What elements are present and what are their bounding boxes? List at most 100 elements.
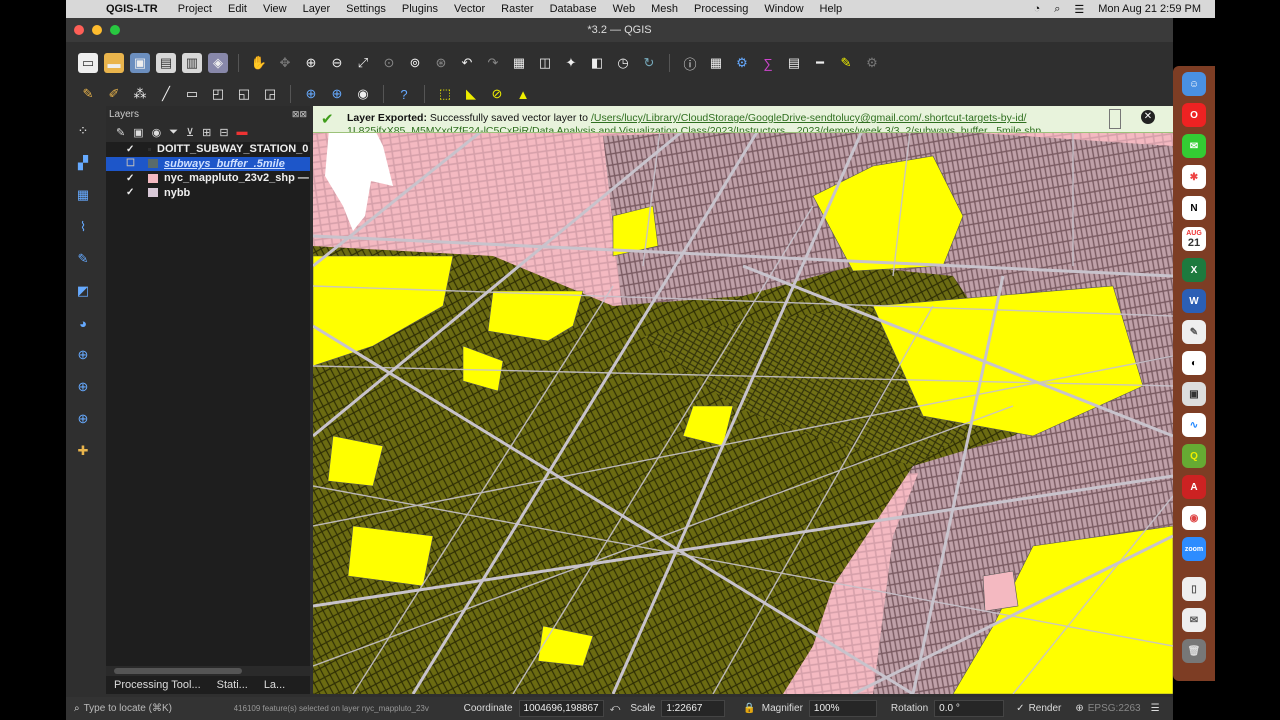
zoom-selection-icon[interactable]: ⊙ [379,53,399,73]
filter-by-expression-icon[interactable]: ⊻ [186,126,194,139]
new-project-icon[interactable]: ▭ [78,53,98,73]
trash-icon[interactable]: 🗑 [1182,639,1206,663]
add-wms-icon[interactable]: ⊕ [301,84,321,104]
message-scroll-grip[interactable] [1109,109,1121,129]
minimize-window-button[interactable] [92,25,102,35]
notion-icon[interactable]: N [1182,196,1206,220]
zoom-layer-icon[interactable]: ⊚ [405,53,425,73]
expand-all-icon[interactable]: ⊞ [202,126,211,139]
messages-icon[interactable]: ✉ [1182,134,1206,158]
add-vector-layer-icon[interactable]: ▞ [72,152,94,174]
select-by-location-icon[interactable]: ▲ [513,84,533,104]
wifi-icon[interactable]: ◔ [1034,3,1041,15]
add-wms-layer-icon[interactable]: ⊕ [72,344,94,366]
layer-checkbox[interactable]: ✓ [126,187,140,198]
scale-field[interactable]: 1:22667 [661,700,726,717]
select-features-icon[interactable]: ⬚ [435,84,455,104]
deselect-icon[interactable]: ⊘ [487,84,507,104]
qgis-icon[interactable]: Q [1182,444,1206,468]
add-spatialite-icon[interactable]: ◩ [72,280,94,302]
save-as-icon[interactable]: ▤ [156,53,176,73]
select-by-expression-icon[interactable]: ◣ [461,84,481,104]
chrome-icon[interactable]: ◉ [1182,506,1206,530]
magnifier-field[interactable]: 100% [808,700,877,717]
menu-help[interactable]: Help [820,3,843,15]
menu-layer[interactable]: Layer [303,3,331,15]
zoom-last-icon[interactable]: ↶ [457,53,477,73]
menu-vector[interactable]: Vector [454,3,485,15]
edit-attributes-icon[interactable]: ◲ [260,84,280,104]
filter-legend-icon[interactable]: ⏷ [169,126,178,139]
message-path-line2[interactable]: 1L825ifxX85_M5MYxdZfF24-lC5CxPiR/Data An… [347,125,1041,132]
layer-item-selected[interactable]: ☐ subways_buffer_.5mile [106,156,310,171]
tab-statistics[interactable]: Stati... [209,679,256,691]
coordinate-field[interactable]: 1004696,198867 [518,700,604,717]
collapse-all-icon[interactable]: ⊟ [219,126,228,139]
attribute-table-icon[interactable]: ▦ [706,53,726,73]
layer-item[interactable]: ✓ DOITT_SUBWAY_STATION_0 [106,142,310,157]
message-path-link[interactable]: /Users/lucy/Library/CloudStorage/GoogleD… [591,112,1027,124]
search-icon[interactable]: ⌕ [1054,3,1060,16]
new-layer-icon[interactable]: ✚ [72,440,94,462]
help-icon[interactable]: ? [394,84,414,104]
screenshot-icon[interactable]: ▣ [1182,382,1206,406]
pan-hand-icon[interactable]: ✋ [249,53,269,73]
add-delimited-text-icon[interactable]: ✎ [72,248,94,270]
document-icon[interactable]: ▯ [1182,577,1206,601]
messages-icon[interactable]: ☰ [1151,703,1160,714]
annotation-icon[interactable]: ✎ [836,53,856,73]
statistics-icon[interactable]: ▤ [784,53,804,73]
menu-database[interactable]: Database [550,3,597,15]
lock-scale-icon[interactable]: 🔒 [743,703,755,714]
rotation-field[interactable]: 0.0 ° [934,700,1005,717]
add-group-icon[interactable]: ▣ [133,126,143,139]
style-manager-icon[interactable]: ◈ [208,53,228,73]
open-layer-styling-icon[interactable]: ✎ [116,126,125,139]
metasearch-icon[interactable]: ◉ [353,84,373,104]
refresh-icon[interactable]: ↻ [639,53,659,73]
zoom-full-icon[interactable]: ⤢ [353,53,373,73]
data-source-manager-icon[interactable]: ⁘ [72,120,94,142]
menu-processing[interactable]: Processing [694,3,748,15]
show-bookmarks-icon[interactable]: ◧ [587,53,607,73]
new-map-view-icon[interactable]: ▦ [509,53,529,73]
field-calculator-icon[interactable]: ∑ [758,53,778,73]
control-center-icon[interactable]: ☰ [1074,3,1084,16]
vertex-tool-icon[interactable]: ╱ [156,84,176,104]
add-wcs-layer-icon[interactable]: ⊕ [72,376,94,398]
add-postgis-icon[interactable]: ◕ [72,312,94,334]
zoom-app-icon[interactable]: zoom [1182,537,1206,561]
toggle-editing-icon[interactable]: ✐ [104,84,124,104]
tab-layers[interactable]: La... [256,679,293,691]
tab-processing-toolbox[interactable]: Processing Tool... [106,679,209,691]
close-window-button[interactable] [74,25,84,35]
word-icon[interactable]: W [1182,289,1206,313]
menu-settings[interactable]: Settings [346,3,386,15]
layer-item[interactable]: ✓ nyc_mappluto_23v2_shp — [106,171,310,186]
new-3d-view-icon[interactable]: ◫ [535,53,555,73]
add-wfs-icon[interactable]: ⊕ [327,84,347,104]
print-layout-icon[interactable]: ▥ [182,53,202,73]
menu-project[interactable]: Project [178,3,212,15]
digitize-icon[interactable]: ⁂ [130,84,150,104]
spatial-bookmark-icon[interactable]: ✦ [561,53,581,73]
current-edits-icon[interactable]: ✎ [78,84,98,104]
menu-edit[interactable]: Edit [228,3,247,15]
zoom-window-button[interactable] [110,25,120,35]
save-project-icon[interactable]: ▣ [130,53,150,73]
measure-icon[interactable]: ━ [810,53,830,73]
zoom-native-icon[interactable]: ⊛ [431,53,451,73]
mail-stack-icon[interactable]: ✉ [1182,608,1206,632]
delete-selected-icon[interactable]: ◱ [234,84,254,104]
excel-icon[interactable]: X [1182,258,1206,282]
zoom-next-icon[interactable]: ↷ [483,53,503,73]
layer-checkbox[interactable]: ☐ [126,158,140,169]
layer-item[interactable]: ✓ nybb [106,186,310,201]
python-icon[interactable]: ⚙ [862,53,882,73]
zoom-in-icon[interactable]: ⊕ [301,53,321,73]
manage-visibility-icon[interactable]: ◉ [152,126,162,139]
menu-window[interactable]: Window [764,3,803,15]
add-raster-layer-icon[interactable]: ▦ [72,184,94,206]
menubar-clock[interactable]: Mon Aug 21 2:59 PM [1098,3,1201,15]
locator-input[interactable]: Type to locate (⌘K) [84,703,234,714]
